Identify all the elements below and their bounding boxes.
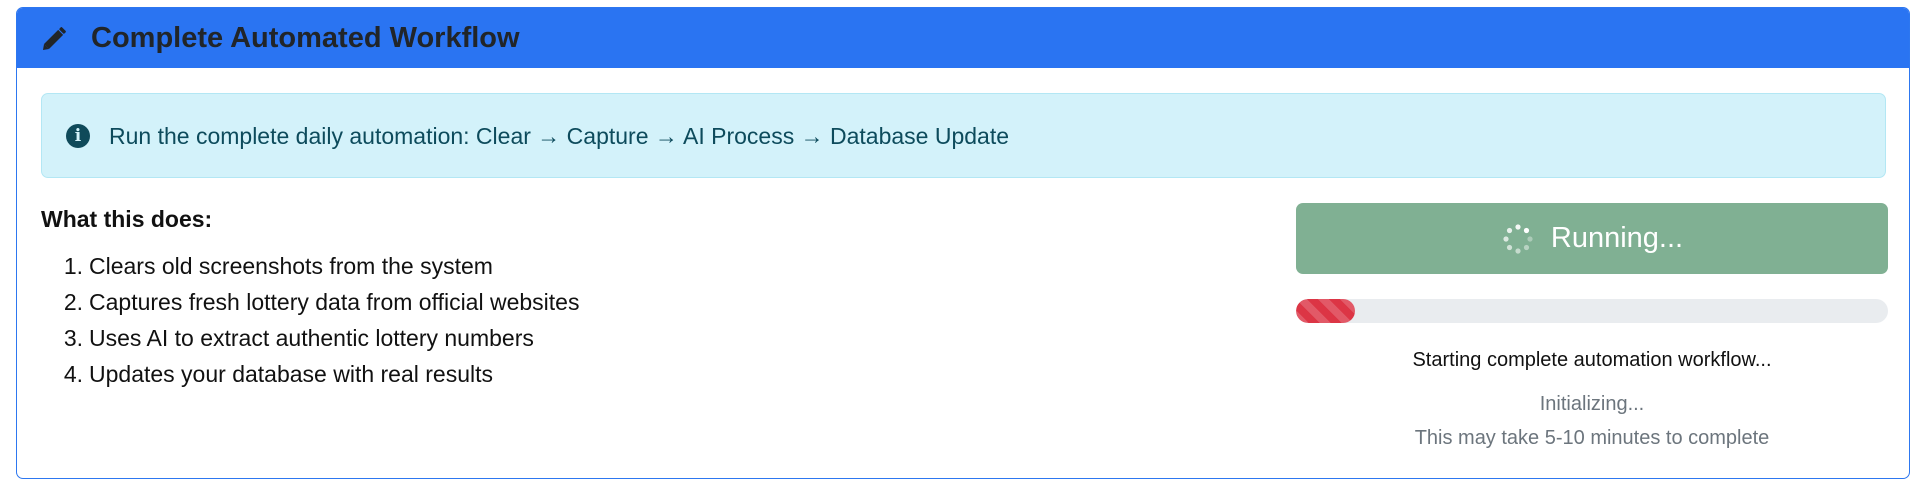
info-circle-icon: i <box>66 124 90 148</box>
page-title: Complete Automated Workflow <box>91 22 520 54</box>
step-item: 2. Captures fresh lottery data from offic… <box>41 284 580 320</box>
workflow-card: Complete Automated Workflow i Run the co… <box>16 7 1910 479</box>
run-button-label: Running... <box>1550 222 1684 254</box>
alert-text: Run the complete daily automation: Clear… <box>109 123 1010 149</box>
step-number: 4. <box>63 361 83 387</box>
info-alert: i Run the complete daily automation: Cle… <box>41 93 1886 178</box>
step-item: 1. Clears old screenshots from the system <box>41 248 579 284</box>
step-text: Uses AI to extract authentic lottery num… <box>89 325 534 351</box>
progress-bar-fill <box>1296 299 1356 323</box>
pencil-icon <box>42 27 66 51</box>
step-text: Clears old screenshots from the system <box>89 253 493 279</box>
step-text: Captures fresh lottery data from officia… <box>89 289 580 315</box>
description-title: What this does: <box>41 206 213 232</box>
step-item: 3. Uses AI to extract authentic lottery n… <box>41 320 579 356</box>
status-message: Starting complete automation workflow... <box>1412 349 1772 371</box>
step-text: Updates your database with real results <box>89 361 493 387</box>
duration-note: This may take 5-10 minutes to complete <box>1414 427 1770 449</box>
progress-bar <box>1296 299 1888 323</box>
steps-list: 1. Clears old screenshots from the system… <box>41 248 580 392</box>
run-automation-button[interactable]: Running... <box>1296 203 1888 274</box>
spinner-icon <box>1503 223 1533 254</box>
status-detail: Initializing... <box>1539 393 1645 415</box>
card-header: Complete Automated Workflow <box>17 8 1909 68</box>
step-item: 4. Updates your database with real result… <box>41 356 579 392</box>
step-number: 3. <box>63 325 83 351</box>
description-section: What this does: 1. Clears old screenshots… <box>41 204 1041 387</box>
step-number: 1. <box>63 253 83 279</box>
step-number: 2. <box>63 289 83 315</box>
